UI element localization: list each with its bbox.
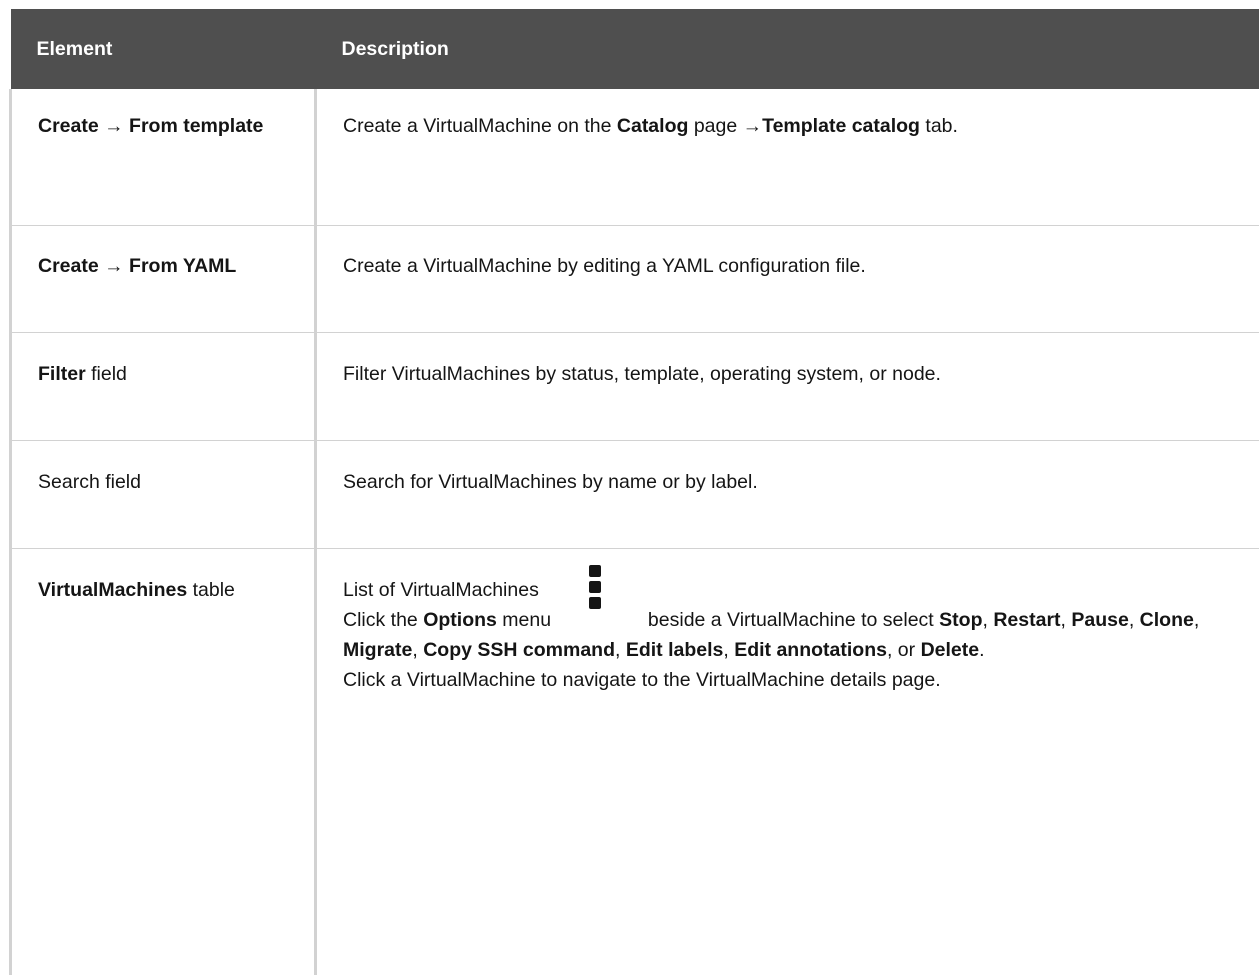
column-header-element: Element — [11, 9, 316, 89]
list-description: List of VirtualMachines — [343, 575, 1243, 605]
description-text: , — [982, 609, 993, 631]
description-text: Search for VirtualMachines by name or by… — [343, 471, 758, 493]
description-cell: Create a VirtualMachine by editing a YAM… — [316, 226, 1259, 333]
delete-term: Delete — [921, 639, 980, 661]
description-cell: List of VirtualMachines Click the Option… — [316, 549, 1259, 975]
description-text: , — [615, 639, 626, 661]
kebab-menu-icon — [557, 605, 643, 635]
description-text: Click the — [343, 609, 423, 631]
description-cell: Search for VirtualMachines by name or by… — [316, 441, 1259, 549]
table-row: Create → From template Create a VirtualM… — [11, 89, 1259, 226]
ui-elements-table: Element Description Create → From templa… — [9, 9, 1259, 975]
description-text: , — [1194, 609, 1199, 631]
table-header: Element Description — [11, 9, 1259, 89]
description-cell: Filter VirtualMachines by status, templa… — [316, 333, 1259, 441]
description-text: , — [412, 639, 423, 661]
table-row: VirtualMachines table List of VirtualMac… — [11, 549, 1259, 975]
options-term: Options — [423, 609, 497, 631]
element-name: Search field — [38, 471, 141, 493]
description-text: Filter VirtualMachines by status, templa… — [343, 363, 941, 385]
element-suffix: field — [86, 363, 127, 385]
element-cell: Create → From YAML — [11, 226, 316, 333]
template-catalog-term: Template catalog — [762, 115, 920, 137]
description-text: page → — [688, 115, 762, 137]
description-cell: Create a VirtualMachine on the Catalog p… — [316, 89, 1259, 226]
clone-term: Clone — [1140, 609, 1194, 631]
column-header-description: Description — [316, 9, 1259, 89]
description-text: . — [979, 639, 984, 661]
description-text: beside a VirtualMachine to select — [643, 609, 940, 631]
element-cell: Filter field — [11, 333, 316, 441]
table-row: Create → From YAML Create a VirtualMachi… — [11, 226, 1259, 333]
restart-term: Restart — [993, 609, 1060, 631]
element-name: Create → From template — [38, 115, 263, 137]
pause-term: Pause — [1071, 609, 1128, 631]
stop-term: Stop — [939, 609, 982, 631]
description-text: , — [1061, 609, 1072, 631]
edit-labels-term: Edit labels — [626, 639, 724, 661]
element-cell: Create → From template — [11, 89, 316, 226]
description-text: tab. — [920, 115, 958, 137]
header-row: Element Description — [11, 9, 1259, 89]
element-cell: Search field — [11, 441, 316, 549]
catalog-term: Catalog — [617, 115, 689, 137]
element-name: Create → From YAML — [38, 255, 236, 277]
description-text: , or — [887, 639, 921, 661]
description-text: , — [723, 639, 734, 661]
description-text: , — [1129, 609, 1140, 631]
navigate-description: Click a VirtualMachine to navigate to th… — [343, 665, 1243, 695]
element-cell: VirtualMachines table — [11, 549, 316, 975]
table-row: Filter field Filter VirtualMachines by s… — [11, 333, 1259, 441]
options-menu-description: Click the Options menu beside a VirtualM… — [343, 605, 1243, 665]
element-name: Filter — [38, 363, 86, 385]
description-text: Create a VirtualMachine by editing a YAM… — [343, 255, 866, 277]
element-name: VirtualMachines — [38, 579, 187, 601]
element-suffix: table — [187, 579, 235, 601]
table-row: Search field Search for VirtualMachines … — [11, 441, 1259, 549]
description-text: menu — [497, 609, 557, 631]
edit-annotations-term: Edit annotations — [734, 639, 887, 661]
copy-ssh-command-term: Copy SSH command — [423, 639, 615, 661]
description-text: Create a VirtualMachine on the — [343, 115, 617, 137]
migrate-term: Migrate — [343, 639, 412, 661]
